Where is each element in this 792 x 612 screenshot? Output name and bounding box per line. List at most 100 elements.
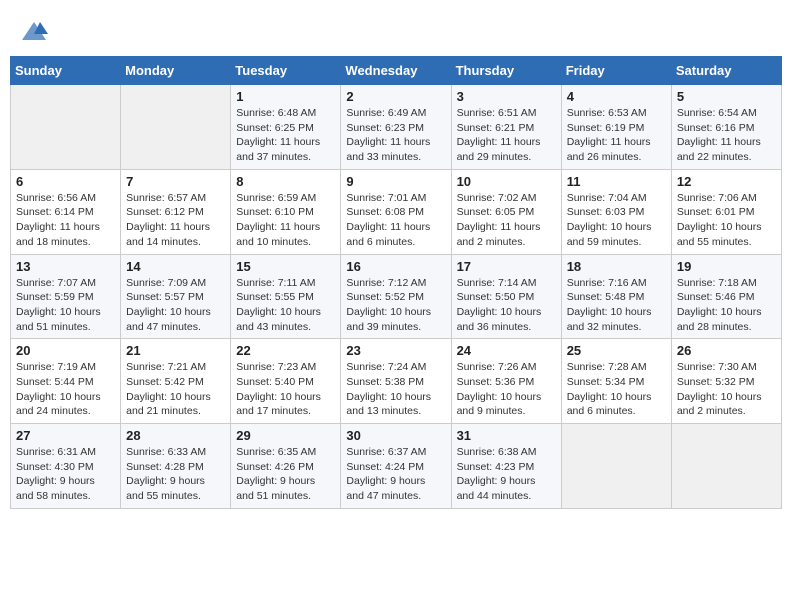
day-number: 7 [126, 174, 225, 189]
calendar-day-cell [11, 85, 121, 170]
calendar-day-cell [561, 424, 671, 509]
calendar-day-cell [121, 85, 231, 170]
day-number: 24 [457, 343, 556, 358]
day-info: Sunrise: 6:35 AM Sunset: 4:26 PM Dayligh… [236, 445, 335, 504]
day-number: 5 [677, 89, 776, 104]
weekday-header-cell: Tuesday [231, 57, 341, 85]
day-info: Sunrise: 6:37 AM Sunset: 4:24 PM Dayligh… [346, 445, 445, 504]
day-number: 10 [457, 174, 556, 189]
day-info: Sunrise: 7:12 AM Sunset: 5:52 PM Dayligh… [346, 276, 445, 335]
calendar-day-cell: 29 Sunrise: 6:35 AM Sunset: 4:26 PM Dayli… [231, 424, 341, 509]
weekday-header-cell: Saturday [671, 57, 781, 85]
day-number: 22 [236, 343, 335, 358]
calendar-day-cell: 7 Sunrise: 6:57 AM Sunset: 6:12 PM Daylig… [121, 169, 231, 254]
day-info: Sunrise: 6:38 AM Sunset: 4:23 PM Dayligh… [457, 445, 556, 504]
calendar-day-cell: 26 Sunrise: 7:30 AM Sunset: 5:32 PM Dayli… [671, 339, 781, 424]
calendar-week-row: 1 Sunrise: 6:48 AM Sunset: 6:25 PM Daylig… [11, 85, 782, 170]
day-info: Sunrise: 7:16 AM Sunset: 5:48 PM Dayligh… [567, 276, 666, 335]
calendar-day-cell: 12 Sunrise: 7:06 AM Sunset: 6:01 PM Dayli… [671, 169, 781, 254]
calendar-day-cell: 5 Sunrise: 6:54 AM Sunset: 6:16 PM Daylig… [671, 85, 781, 170]
calendar-day-cell: 18 Sunrise: 7:16 AM Sunset: 5:48 PM Dayli… [561, 254, 671, 339]
day-number: 8 [236, 174, 335, 189]
day-number: 15 [236, 259, 335, 274]
calendar-day-cell: 17 Sunrise: 7:14 AM Sunset: 5:50 PM Dayli… [451, 254, 561, 339]
day-info: Sunrise: 7:02 AM Sunset: 6:05 PM Dayligh… [457, 191, 556, 250]
day-number: 26 [677, 343, 776, 358]
day-number: 2 [346, 89, 445, 104]
day-info: Sunrise: 6:59 AM Sunset: 6:10 PM Dayligh… [236, 191, 335, 250]
day-number: 18 [567, 259, 666, 274]
day-info: Sunrise: 7:01 AM Sunset: 6:08 PM Dayligh… [346, 191, 445, 250]
calendar-day-cell: 27 Sunrise: 6:31 AM Sunset: 4:30 PM Dayli… [11, 424, 121, 509]
day-info: Sunrise: 6:56 AM Sunset: 6:14 PM Dayligh… [16, 191, 115, 250]
calendar-day-cell: 3Sunrise: 6:51 AM Sunset: 6:21 PM Daylig… [451, 85, 561, 170]
day-info: Sunrise: 7:04 AM Sunset: 6:03 PM Dayligh… [567, 191, 666, 250]
day-number: 31 [457, 428, 556, 443]
logo [20, 18, 50, 46]
day-number: 13 [16, 259, 115, 274]
weekday-header-cell: Friday [561, 57, 671, 85]
day-number: 11 [567, 174, 666, 189]
calendar-week-row: 20Sunrise: 7:19 AM Sunset: 5:44 PM Dayli… [11, 339, 782, 424]
day-number: 12 [677, 174, 776, 189]
calendar-week-row: 6Sunrise: 6:56 AM Sunset: 6:14 PM Daylig… [11, 169, 782, 254]
day-info: Sunrise: 6:33 AM Sunset: 4:28 PM Dayligh… [126, 445, 225, 504]
day-number: 30 [346, 428, 445, 443]
calendar-day-cell: 2 Sunrise: 6:49 AM Sunset: 6:23 PM Daylig… [341, 85, 451, 170]
day-info: Sunrise: 6:48 AM Sunset: 6:25 PM Dayligh… [236, 106, 335, 165]
day-number: 17 [457, 259, 556, 274]
calendar-day-cell: 30 Sunrise: 6:37 AM Sunset: 4:24 PM Dayli… [341, 424, 451, 509]
day-info: Sunrise: 6:53 AM Sunset: 6:19 PM Dayligh… [567, 106, 666, 165]
day-info: Sunrise: 6:49 AM Sunset: 6:23 PM Dayligh… [346, 106, 445, 165]
calendar-day-cell: 20Sunrise: 7:19 AM Sunset: 5:44 PM Dayli… [11, 339, 121, 424]
day-info: Sunrise: 7:28 AM Sunset: 5:34 PM Dayligh… [567, 360, 666, 419]
day-info: Sunrise: 6:57 AM Sunset: 6:12 PM Dayligh… [126, 191, 225, 250]
day-info: Sunrise: 6:54 AM Sunset: 6:16 PM Dayligh… [677, 106, 776, 165]
day-number: 28 [126, 428, 225, 443]
day-number: 9 [346, 174, 445, 189]
day-info: Sunrise: 7:23 AM Sunset: 5:40 PM Dayligh… [236, 360, 335, 419]
day-info: Sunrise: 7:26 AM Sunset: 5:36 PM Dayligh… [457, 360, 556, 419]
weekday-header-cell: Sunday [11, 57, 121, 85]
calendar-day-cell: 15 Sunrise: 7:11 AM Sunset: 5:55 PM Dayli… [231, 254, 341, 339]
day-number: 4 [567, 89, 666, 104]
calendar-table: SundayMondayTuesdayWednesdayThursdayFrid… [10, 56, 782, 509]
calendar-day-cell: 21Sunrise: 7:21 AM Sunset: 5:42 PM Dayli… [121, 339, 231, 424]
weekday-header-cell: Thursday [451, 57, 561, 85]
day-info: Sunrise: 6:31 AM Sunset: 4:30 PM Dayligh… [16, 445, 115, 504]
calendar-day-cell: 13Sunrise: 7:07 AM Sunset: 5:59 PM Dayli… [11, 254, 121, 339]
day-number: 23 [346, 343, 445, 358]
day-info: Sunrise: 7:11 AM Sunset: 5:55 PM Dayligh… [236, 276, 335, 335]
calendar-day-cell: 22 Sunrise: 7:23 AM Sunset: 5:40 PM Dayli… [231, 339, 341, 424]
day-number: 27 [16, 428, 115, 443]
calendar-day-cell: 8 Sunrise: 6:59 AM Sunset: 6:10 PM Daylig… [231, 169, 341, 254]
calendar-day-cell: 14Sunrise: 7:09 AM Sunset: 5:57 PM Dayli… [121, 254, 231, 339]
calendar-day-cell: 4 Sunrise: 6:53 AM Sunset: 6:19 PM Daylig… [561, 85, 671, 170]
day-number: 21 [126, 343, 225, 358]
day-info: Sunrise: 7:18 AM Sunset: 5:46 PM Dayligh… [677, 276, 776, 335]
calendar-day-cell: 28 Sunrise: 6:33 AM Sunset: 4:28 PM Dayli… [121, 424, 231, 509]
day-info: Sunrise: 6:51 AM Sunset: 6:21 PM Dayligh… [457, 106, 556, 165]
calendar-day-cell: 10 Sunrise: 7:02 AM Sunset: 6:05 PM Dayli… [451, 169, 561, 254]
calendar-day-cell: 9 Sunrise: 7:01 AM Sunset: 6:08 PM Daylig… [341, 169, 451, 254]
calendar-week-row: 13Sunrise: 7:07 AM Sunset: 5:59 PM Dayli… [11, 254, 782, 339]
day-info: Sunrise: 7:30 AM Sunset: 5:32 PM Dayligh… [677, 360, 776, 419]
calendar-day-cell: 24 Sunrise: 7:26 AM Sunset: 5:36 PM Dayli… [451, 339, 561, 424]
calendar-day-cell: 1 Sunrise: 6:48 AM Sunset: 6:25 PM Daylig… [231, 85, 341, 170]
day-number: 25 [567, 343, 666, 358]
day-info: Sunrise: 7:14 AM Sunset: 5:50 PM Dayligh… [457, 276, 556, 335]
weekday-header-row: SundayMondayTuesdayWednesdayThursdayFrid… [11, 57, 782, 85]
calendar-day-cell: 19Sunrise: 7:18 AM Sunset: 5:46 PM Dayli… [671, 254, 781, 339]
calendar-day-cell: 16 Sunrise: 7:12 AM Sunset: 5:52 PM Dayli… [341, 254, 451, 339]
weekday-header-cell: Monday [121, 57, 231, 85]
day-info: Sunrise: 7:19 AM Sunset: 5:44 PM Dayligh… [16, 360, 115, 419]
calendar-day-cell: 25 Sunrise: 7:28 AM Sunset: 5:34 PM Dayli… [561, 339, 671, 424]
calendar-day-cell: 11 Sunrise: 7:04 AM Sunset: 6:03 PM Dayli… [561, 169, 671, 254]
calendar-day-cell: 23Sunrise: 7:24 AM Sunset: 5:38 PM Dayli… [341, 339, 451, 424]
day-number: 29 [236, 428, 335, 443]
weekday-header-cell: Wednesday [341, 57, 451, 85]
day-info: Sunrise: 7:06 AM Sunset: 6:01 PM Dayligh… [677, 191, 776, 250]
calendar-body: 1 Sunrise: 6:48 AM Sunset: 6:25 PM Daylig… [11, 85, 782, 509]
day-number: 1 [236, 89, 335, 104]
day-number: 16 [346, 259, 445, 274]
